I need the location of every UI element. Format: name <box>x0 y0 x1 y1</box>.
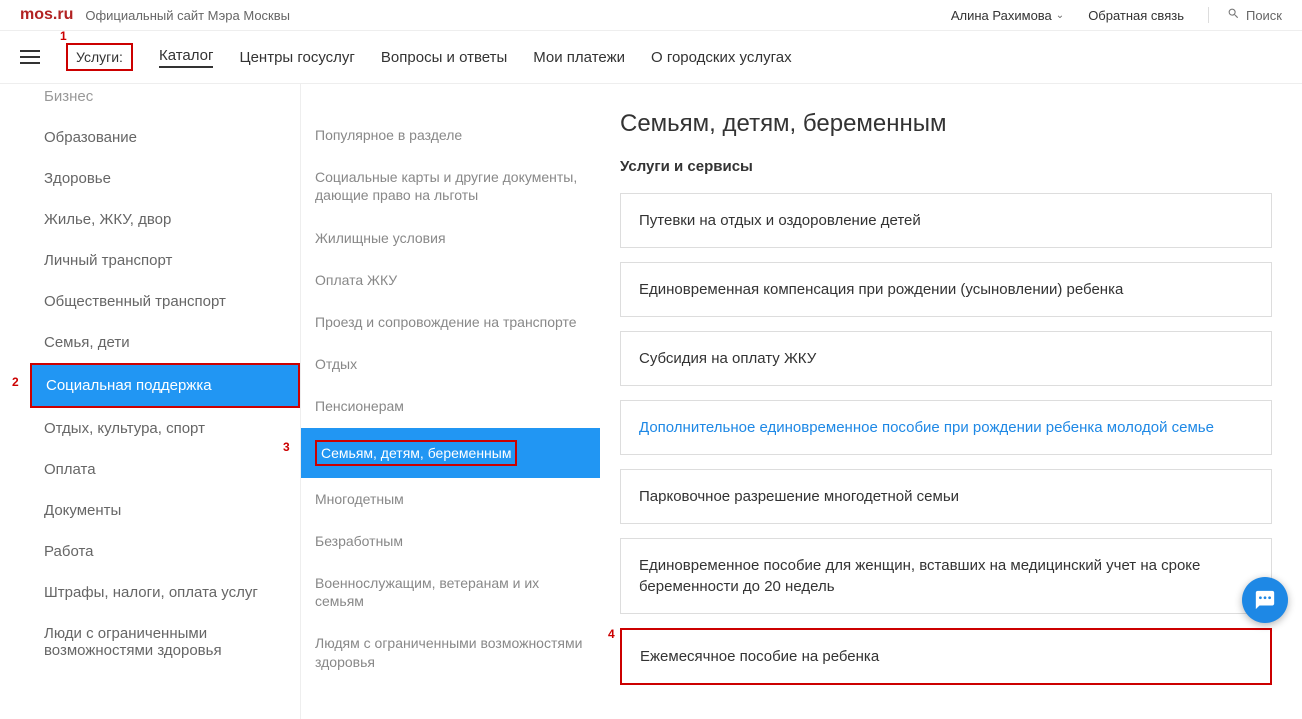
chevron-down-icon: ⌄ <box>1056 10 1064 21</box>
service-card-label: Ежемесячное пособие на ребенка <box>640 648 879 665</box>
subcat-item[interactable]: Многодетным <box>301 478 600 520</box>
sidebar-item[interactable]: Оплата <box>30 449 300 490</box>
topbar-left: mos.ru Официальный сайт Мэра Москвы <box>20 6 290 24</box>
sidebar-item[interactable]: Бизнес <box>30 84 300 117</box>
service-card[interactable]: Путевки на отдых и оздоровление детей <box>620 193 1272 248</box>
nav-item-centers[interactable]: Центры госуслуг <box>239 49 354 66</box>
service-card[interactable]: Единовременная компенсация при рождении … <box>620 262 1272 317</box>
subcat-item[interactable]: Популярное в разделе <box>301 114 600 156</box>
subcat-item[interactable]: Людям с ограниченными возможностями здор… <box>301 622 600 682</box>
subcategory-column: Популярное в разделе Социальные карты и … <box>300 84 600 719</box>
tagline: Официальный сайт Мэра Москвы <box>85 8 290 23</box>
subcat-item[interactable]: Пенсионерам <box>301 385 600 427</box>
page-title: Семьям, детям, беременным <box>620 110 1272 138</box>
service-card[interactable]: Парковочное разрешение многодетной семьи <box>620 469 1272 524</box>
sidebar-item[interactable]: Здоровье <box>30 158 300 199</box>
services-column: Семьям, детям, беременным Услуги и серви… <box>600 84 1302 719</box>
service-card[interactable]: Субсидия на оплату ЖКУ <box>620 331 1272 386</box>
sidebar-item[interactable]: Семья, дети <box>30 322 300 363</box>
user-menu[interactable]: Алина Рахимова ⌄ <box>951 8 1064 23</box>
nav-label: Услуги: <box>76 49 123 65</box>
nav-item-catalog[interactable]: Каталог <box>159 47 214 68</box>
category-column: Бизнес Образование Здоровье Жилье, ЖКУ, … <box>0 84 300 719</box>
feedback-link[interactable]: Обратная связь <box>1088 8 1184 23</box>
nav-item-services[interactable]: 1 Услуги: <box>66 43 133 71</box>
logo[interactable]: mos.ru <box>20 6 73 24</box>
main-content: Бизнес Образование Здоровье Жилье, ЖКУ, … <box>0 84 1302 719</box>
annotation-4: 4 <box>608 626 615 643</box>
subcat-item[interactable]: Оплата ЖКУ <box>301 259 600 301</box>
subcat-item[interactable]: Социальные карты и другие документы, даю… <box>301 156 600 216</box>
subcat-item[interactable]: Отдых <box>301 343 600 385</box>
sidebar-item[interactable]: Работа <box>30 531 300 572</box>
navbar: 1 Услуги: Каталог Центры госуслуг Вопрос… <box>0 31 1302 84</box>
nav-item-about[interactable]: О городских услугах <box>651 49 792 66</box>
annotation-1: 1 <box>60 29 67 43</box>
service-card[interactable]: Дополнительное единовременное пособие пр… <box>620 400 1272 455</box>
subcat-item-families[interactable]: 3 Семьям, детям, беременным <box>301 428 600 478</box>
annotation-3: 3 <box>283 440 290 456</box>
search-icon <box>1227 7 1240 23</box>
sidebar-item[interactable]: Общественный транспорт <box>30 281 300 322</box>
sidebar-item[interactable]: Люди с ограниченными возможностями здоро… <box>30 613 300 671</box>
chat-icon <box>1254 589 1276 611</box>
subcat-item[interactable]: Проезд и сопровождение на транспорте <box>301 301 600 343</box>
nav-item-faq[interactable]: Вопросы и ответы <box>381 49 507 66</box>
sidebar-item-social-support[interactable]: 2 Социальная поддержка <box>30 363 300 408</box>
subcat-item-label: Семьям, детям, беременным <box>315 440 517 466</box>
sidebar-item[interactable]: Штрафы, налоги, оплата услуг <box>30 572 300 613</box>
annotation-2: 2 <box>12 375 19 389</box>
topbar-right: Алина Рахимова ⌄ Обратная связь Поиск <box>951 7 1282 23</box>
subcat-item[interactable]: Жилищные условия <box>301 217 600 259</box>
search-label: Поиск <box>1246 8 1282 23</box>
subcat-item[interactable]: Безработным <box>301 520 600 562</box>
subcat-item[interactable]: Военнослужащим, ветеранам и их семьям <box>301 562 600 622</box>
section-title: Услуги и сервисы <box>620 158 1272 175</box>
topbar: mos.ru Официальный сайт Мэра Москвы Алин… <box>0 0 1302 31</box>
sidebar-item[interactable]: Жилье, ЖКУ, двор <box>30 199 300 240</box>
sidebar-item[interactable]: Отдых, культура, спорт <box>30 408 300 449</box>
search-button[interactable]: Поиск <box>1208 7 1282 23</box>
sidebar-item[interactable]: Личный транспорт <box>30 240 300 281</box>
chat-button[interactable] <box>1242 577 1288 623</box>
service-card[interactable]: Единовременное пособие для женщин, встав… <box>620 538 1272 614</box>
user-name: Алина Рахимова <box>951 8 1052 23</box>
nav-item-payments[interactable]: Мои платежи <box>533 49 625 66</box>
sidebar-item[interactable]: Документы <box>30 490 300 531</box>
burger-menu[interactable] <box>20 50 40 64</box>
sidebar-item-label: Социальная поддержка <box>46 377 212 394</box>
sidebar-item[interactable]: Образование <box>30 117 300 158</box>
